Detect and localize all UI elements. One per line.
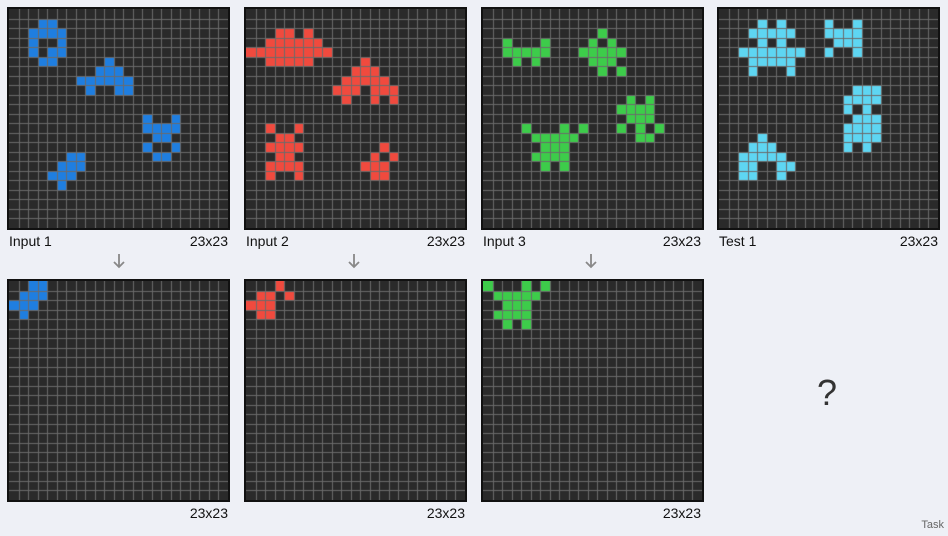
input-grid-2 <box>244 7 467 230</box>
output-grid-1-canvas <box>9 281 228 500</box>
input-label-1: Input 1 <box>9 233 52 249</box>
input-grid-3-canvas <box>483 9 702 228</box>
input-label-3: Input 3 <box>483 233 526 249</box>
input-grid-2-canvas <box>246 9 465 228</box>
input-size-2: 23x23 <box>426 233 465 249</box>
test-size: 23x23 <box>899 233 938 249</box>
test-output-placeholder: ? <box>816 372 838 413</box>
arrow-down-icon <box>585 254 597 269</box>
input-grid-3 <box>481 7 704 230</box>
test-label: Test 1 <box>719 233 757 249</box>
output-grid-2-canvas <box>246 281 465 500</box>
arrow-down-icon <box>348 254 360 269</box>
output-size-3: 23x23 <box>662 505 701 521</box>
arrow-down-icon <box>113 254 125 269</box>
test-input-grid-canvas <box>719 9 938 228</box>
test-input-grid <box>717 7 940 230</box>
input-label-2: Input 2 <box>246 233 289 249</box>
input-size-1: 23x23 <box>189 233 228 249</box>
output-grid-3 <box>481 279 704 502</box>
input-size-3: 23x23 <box>662 233 701 249</box>
input-grid-1 <box>7 7 230 230</box>
output-grid-2 <box>244 279 467 502</box>
output-grid-3-canvas <box>483 281 702 500</box>
footer-label: Task <box>921 519 944 531</box>
output-size-1: 23x23 <box>189 505 228 521</box>
output-size-2: 23x23 <box>426 505 465 521</box>
input-grid-1-canvas <box>9 9 228 228</box>
output-grid-1 <box>7 279 230 502</box>
